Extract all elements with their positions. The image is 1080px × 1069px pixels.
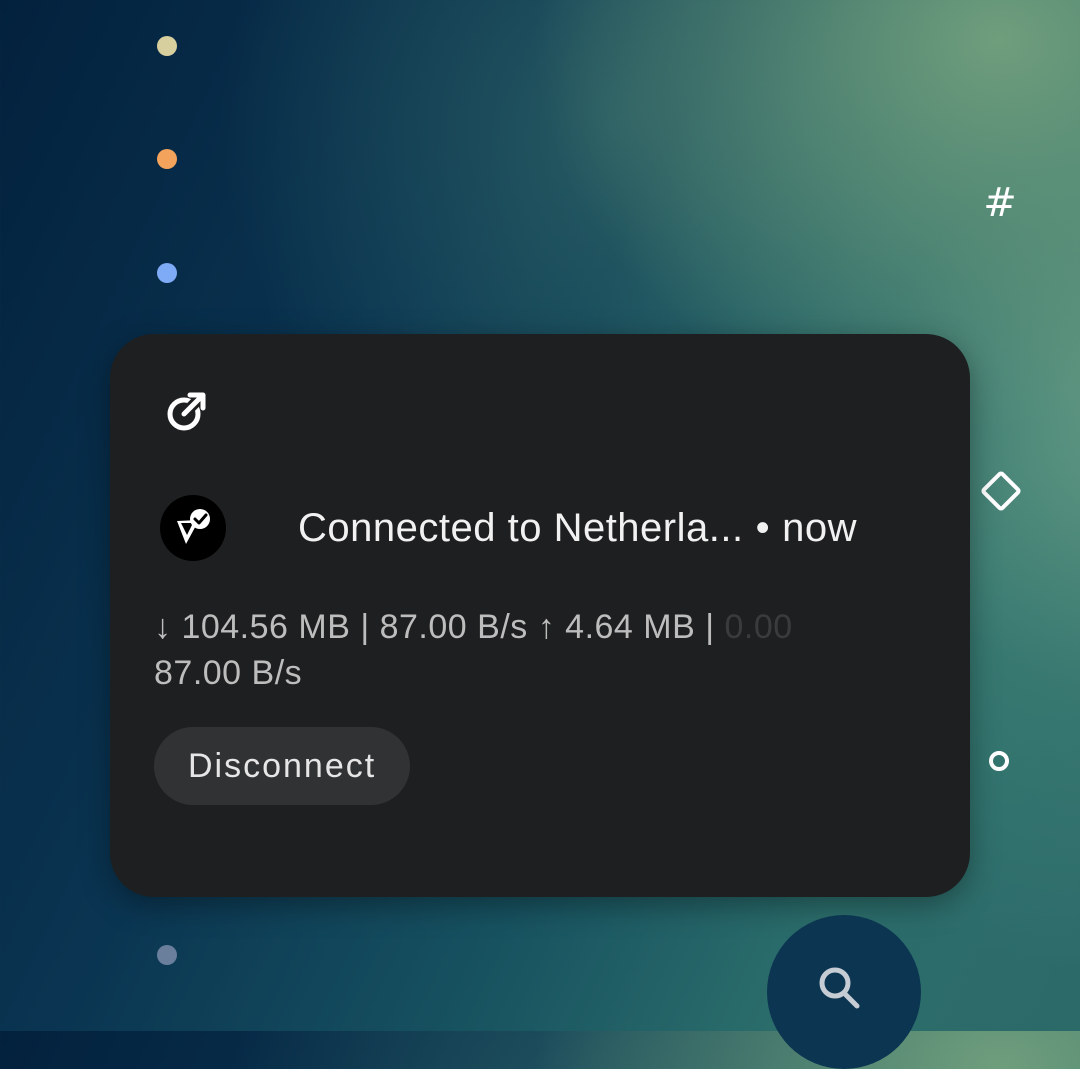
external-open-icon[interactable] xyxy=(164,390,208,434)
traffic-stats: ↓ 104.56 MB | 87.00 B/s ↑ 4.64 MB | 0.00… xyxy=(154,604,924,696)
notification-title: Connected to Netherla... • now xyxy=(298,506,938,551)
ring-icon[interactable] xyxy=(989,751,1009,771)
title-separator: • xyxy=(755,506,771,550)
diamond-icon[interactable] xyxy=(979,469,1023,513)
traffic-stats-line1: ↓ 104.56 MB | 87.00 B/s ↑ 4.64 MB | xyxy=(154,608,715,646)
search-button[interactable] xyxy=(767,915,921,1069)
status-dot-orange xyxy=(157,149,177,169)
vpn-notification-card[interactable]: Connected to Netherla... • now ↓ 104.56 MB… xyxy=(110,334,970,897)
status-dot-beige xyxy=(157,36,177,56)
traffic-stats-line2: 87.00 B/s xyxy=(154,654,303,692)
search-icon xyxy=(819,967,860,1009)
hash-icon[interactable]: # xyxy=(982,180,1018,226)
status-dot-blue xyxy=(157,263,177,283)
status-dot-slate xyxy=(157,945,177,965)
notification-time: now xyxy=(782,506,857,550)
disconnect-button[interactable]: Disconnect xyxy=(154,727,411,805)
connection-status-text: Connected to Netherla... xyxy=(298,506,744,550)
vpn-app-icon xyxy=(160,495,226,561)
traffic-stats-tail: 0.00 xyxy=(724,608,793,646)
